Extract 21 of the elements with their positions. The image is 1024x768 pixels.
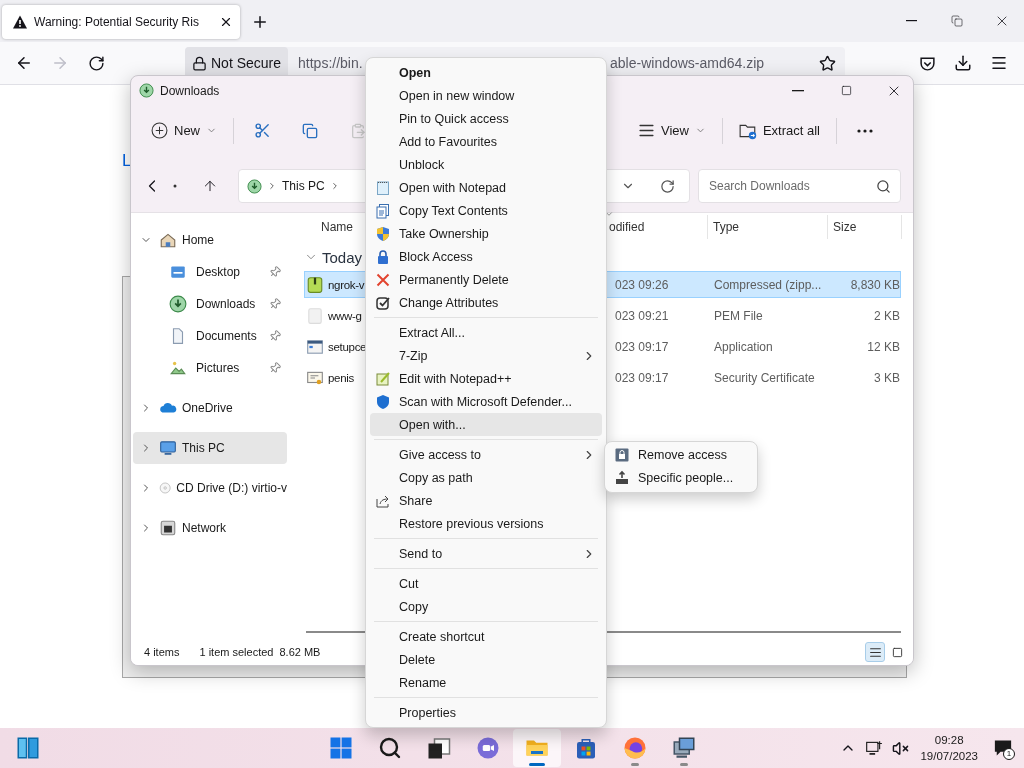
file-name: ngrok-v <box>328 278 365 291</box>
date-cell-text: 023 09:26 <box>614 277 670 292</box>
url-text: able-windows-amd64.zip <box>610 55 765 71</box>
window-title: Downloads <box>160 83 220 98</box>
size-cell-text: 3 KB <box>873 370 901 385</box>
selection-info: 1 item selected <box>199 646 274 658</box>
selection-size: 8.62 MB <box>279 646 321 658</box>
date-cell-text: 023 09:17 <box>614 339 670 354</box>
date-cell-text: 023 09:17 <box>614 370 670 385</box>
size-cell-text: 8,830 KB <box>849 277 901 292</box>
type-cell-text: Security Certificate <box>713 370 816 385</box>
url-text: https://bin. <box>298 55 363 71</box>
type-cell-text: Application <box>713 339 774 354</box>
group-label: Today <box>322 248 363 266</box>
notification-count: 1 <box>1003 748 1015 760</box>
type-cell-text: Compressed (zipp... <box>713 277 823 292</box>
item-count: 4 items <box>144 646 180 658</box>
size-cell-text: 2 KB <box>873 308 901 323</box>
size-cell-text: 12 KB <box>866 339 901 354</box>
date-cell-text: 023 09:21 <box>614 308 670 323</box>
type-cell-text: PEM File <box>713 308 764 323</box>
